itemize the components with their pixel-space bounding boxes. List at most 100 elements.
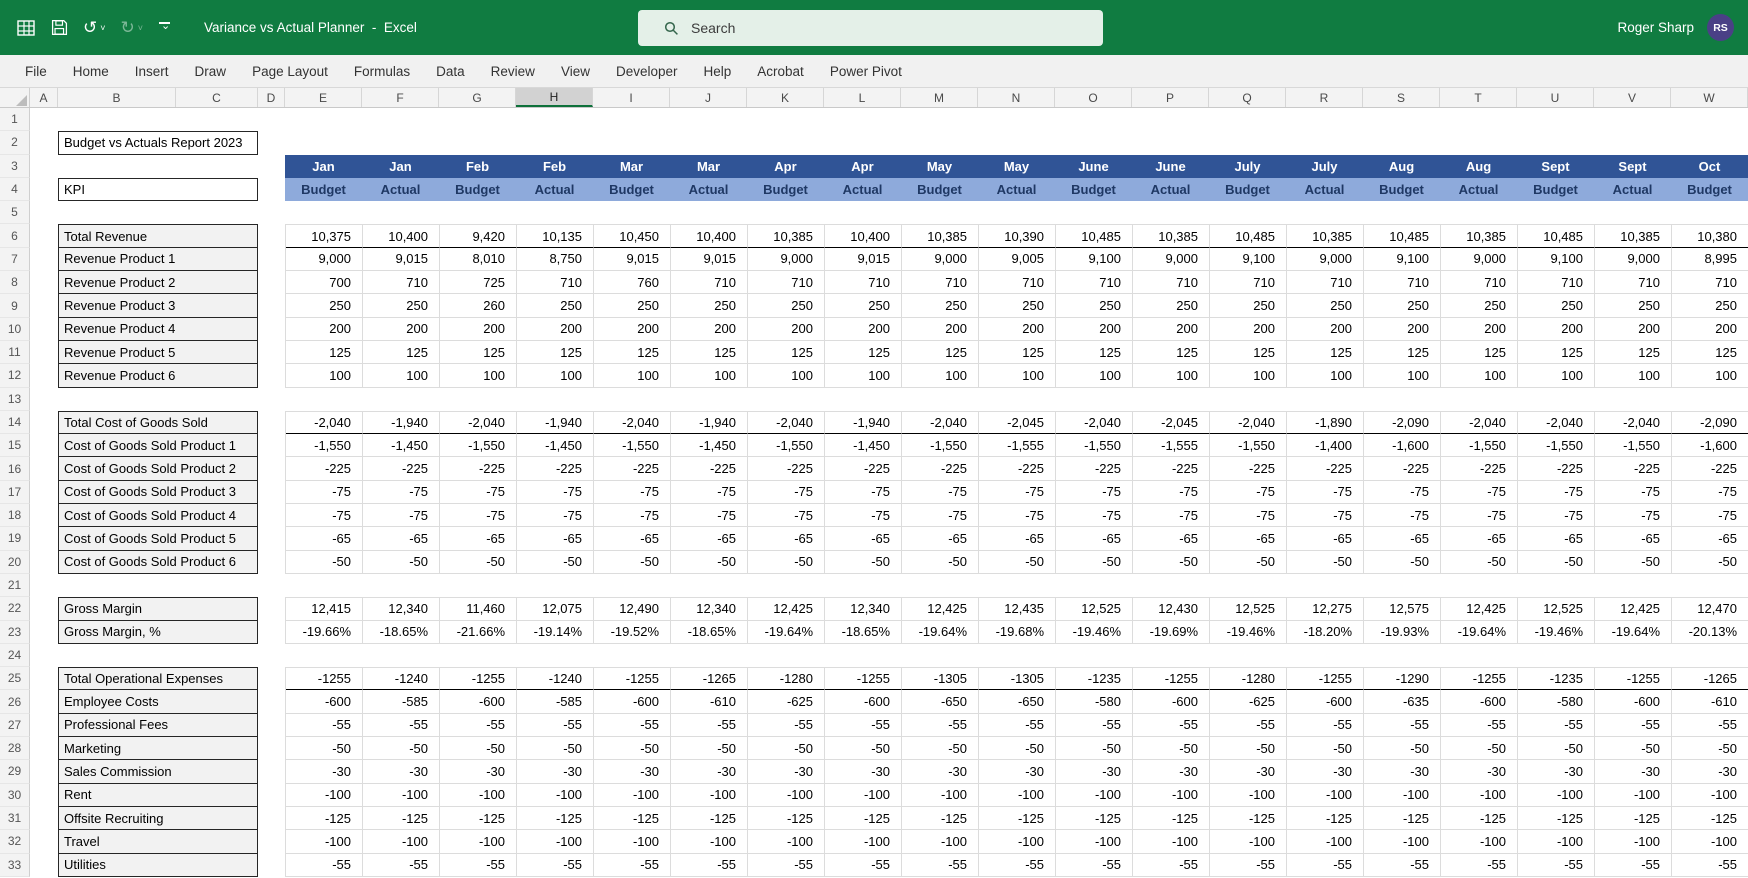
cell-W33[interactable]: -55: [1672, 854, 1748, 877]
cell-N30[interactable]: -100: [979, 784, 1056, 807]
cell-M8[interactable]: 710: [902, 271, 979, 294]
cell-M32[interactable]: -100: [902, 830, 979, 853]
cell-M14[interactable]: -2,040: [902, 411, 979, 434]
cell-U8[interactable]: 710: [1518, 271, 1595, 294]
cell-J26[interactable]: -610: [671, 690, 748, 713]
cell-U20[interactable]: -50: [1518, 551, 1595, 574]
cell-S23[interactable]: -19.93%: [1364, 621, 1441, 644]
cell-R28[interactable]: -50: [1287, 737, 1364, 760]
cell-S8[interactable]: 710: [1364, 271, 1441, 294]
cell-O20[interactable]: -50: [1056, 551, 1133, 574]
cell-E26[interactable]: -600: [286, 690, 363, 713]
row-number-21[interactable]: 21: [0, 574, 30, 597]
cell-P30[interactable]: -100: [1133, 784, 1210, 807]
month-header-W[interactable]: Oct: [1671, 155, 1748, 178]
cell-E23[interactable]: -19.66%: [286, 621, 363, 644]
kpi-cell[interactable]: KPI: [58, 178, 258, 201]
cell-R23[interactable]: -18.20%: [1287, 621, 1364, 644]
cell-N31[interactable]: -125: [979, 807, 1056, 830]
row-number-25[interactable]: 25: [0, 667, 30, 690]
cell-N14[interactable]: -2,045: [979, 411, 1056, 434]
cell-K10[interactable]: 200: [748, 318, 825, 341]
cell-F7[interactable]: 9,015: [363, 248, 440, 271]
cell-M18[interactable]: -75: [902, 504, 979, 527]
cell-H26[interactable]: -585: [517, 690, 594, 713]
cell-F11[interactable]: 125: [363, 341, 440, 364]
cell-Q32[interactable]: -100: [1210, 830, 1287, 853]
cell-I14[interactable]: -2,040: [594, 411, 671, 434]
cell-U7[interactable]: 9,100: [1518, 248, 1595, 271]
cell-W16[interactable]: -225: [1672, 457, 1748, 480]
cell-G6[interactable]: 9,420: [440, 224, 517, 247]
cell-M29[interactable]: -30: [902, 760, 979, 783]
cell-R9[interactable]: 250: [1287, 294, 1364, 317]
cell-G12[interactable]: 100: [440, 364, 517, 387]
cell-P19[interactable]: -65: [1133, 527, 1210, 550]
column-header-B[interactable]: B: [58, 88, 176, 107]
cell-L28[interactable]: -50: [825, 737, 902, 760]
cell-J32[interactable]: -100: [671, 830, 748, 853]
cell-I10[interactable]: 200: [594, 318, 671, 341]
row-label-29[interactable]: Sales Commission: [58, 760, 258, 783]
cell-R31[interactable]: -125: [1287, 807, 1364, 830]
cell-U11[interactable]: 125: [1518, 341, 1595, 364]
cell-J22[interactable]: 12,340: [671, 597, 748, 620]
cell-J6[interactable]: 10,400: [671, 224, 748, 247]
cell-G25[interactable]: -1255: [440, 667, 517, 690]
cell-R6[interactable]: 10,385: [1287, 224, 1364, 247]
cell-I20[interactable]: -50: [594, 551, 671, 574]
month-header-O[interactable]: June: [1055, 155, 1132, 178]
cell-F14[interactable]: -1,940: [363, 411, 440, 434]
cell-U23[interactable]: -19.46%: [1518, 621, 1595, 644]
column-header-U[interactable]: U: [1517, 88, 1594, 107]
subheader-W[interactable]: Budget: [1671, 178, 1748, 201]
cell-F32[interactable]: -100: [363, 830, 440, 853]
cell-M26[interactable]: -650: [902, 690, 979, 713]
row-number-1[interactable]: 1: [0, 108, 30, 131]
cell-J29[interactable]: -30: [671, 760, 748, 783]
subheader-R[interactable]: Actual: [1286, 178, 1363, 201]
cell-L8[interactable]: 710: [825, 271, 902, 294]
row-label-19[interactable]: Cost of Goods Sold Product 5: [58, 527, 258, 550]
cell-T14[interactable]: -2,040: [1441, 411, 1518, 434]
row-number-18[interactable]: 18: [0, 504, 30, 527]
cell-O14[interactable]: -2,040: [1056, 411, 1133, 434]
cell-L14[interactable]: -1,940: [825, 411, 902, 434]
row-label-17[interactable]: Cost of Goods Sold Product 3: [58, 481, 258, 504]
cell-H14[interactable]: -1,940: [517, 411, 594, 434]
cell-K19[interactable]: -65: [748, 527, 825, 550]
cell-U16[interactable]: -225: [1518, 457, 1595, 480]
cell-U6[interactable]: 10,485: [1518, 224, 1595, 247]
cell-K31[interactable]: -125: [748, 807, 825, 830]
cell-W6[interactable]: 10,380: [1672, 224, 1748, 247]
cell-W15[interactable]: -1,600: [1672, 434, 1748, 457]
cell-E11[interactable]: 125: [286, 341, 363, 364]
cell-P23[interactable]: -19.69%: [1133, 621, 1210, 644]
cell-J7[interactable]: 9,015: [671, 248, 748, 271]
redo-button[interactable]: ↻ ˅: [121, 19, 144, 36]
cell-K14[interactable]: -2,040: [748, 411, 825, 434]
cell-K27[interactable]: -55: [748, 714, 825, 737]
cell-O15[interactable]: -1,550: [1056, 434, 1133, 457]
cell-I30[interactable]: -100: [594, 784, 671, 807]
cell-S27[interactable]: -55: [1364, 714, 1441, 737]
cell-U9[interactable]: 250: [1518, 294, 1595, 317]
cell-M16[interactable]: -225: [902, 457, 979, 480]
cell-F33[interactable]: -55: [363, 854, 440, 877]
column-header-Q[interactable]: Q: [1209, 88, 1286, 107]
cell-F9[interactable]: 250: [363, 294, 440, 317]
cell-U10[interactable]: 200: [1518, 318, 1595, 341]
cell-L7[interactable]: 9,015: [825, 248, 902, 271]
cell-T23[interactable]: -19.64%: [1441, 621, 1518, 644]
cell-S28[interactable]: -50: [1364, 737, 1441, 760]
tab-help[interactable]: Help: [691, 64, 745, 79]
cell-T15[interactable]: -1,550: [1441, 434, 1518, 457]
cell-E32[interactable]: -100: [286, 830, 363, 853]
cell-I12[interactable]: 100: [594, 364, 671, 387]
cell-Q23[interactable]: -19.46%: [1210, 621, 1287, 644]
cell-S33[interactable]: -55: [1364, 854, 1441, 877]
column-header-N[interactable]: N: [978, 88, 1055, 107]
cell-O22[interactable]: 12,525: [1056, 597, 1133, 620]
cell-N23[interactable]: -19.68%: [979, 621, 1056, 644]
row-number-3[interactable]: 3: [0, 155, 30, 178]
